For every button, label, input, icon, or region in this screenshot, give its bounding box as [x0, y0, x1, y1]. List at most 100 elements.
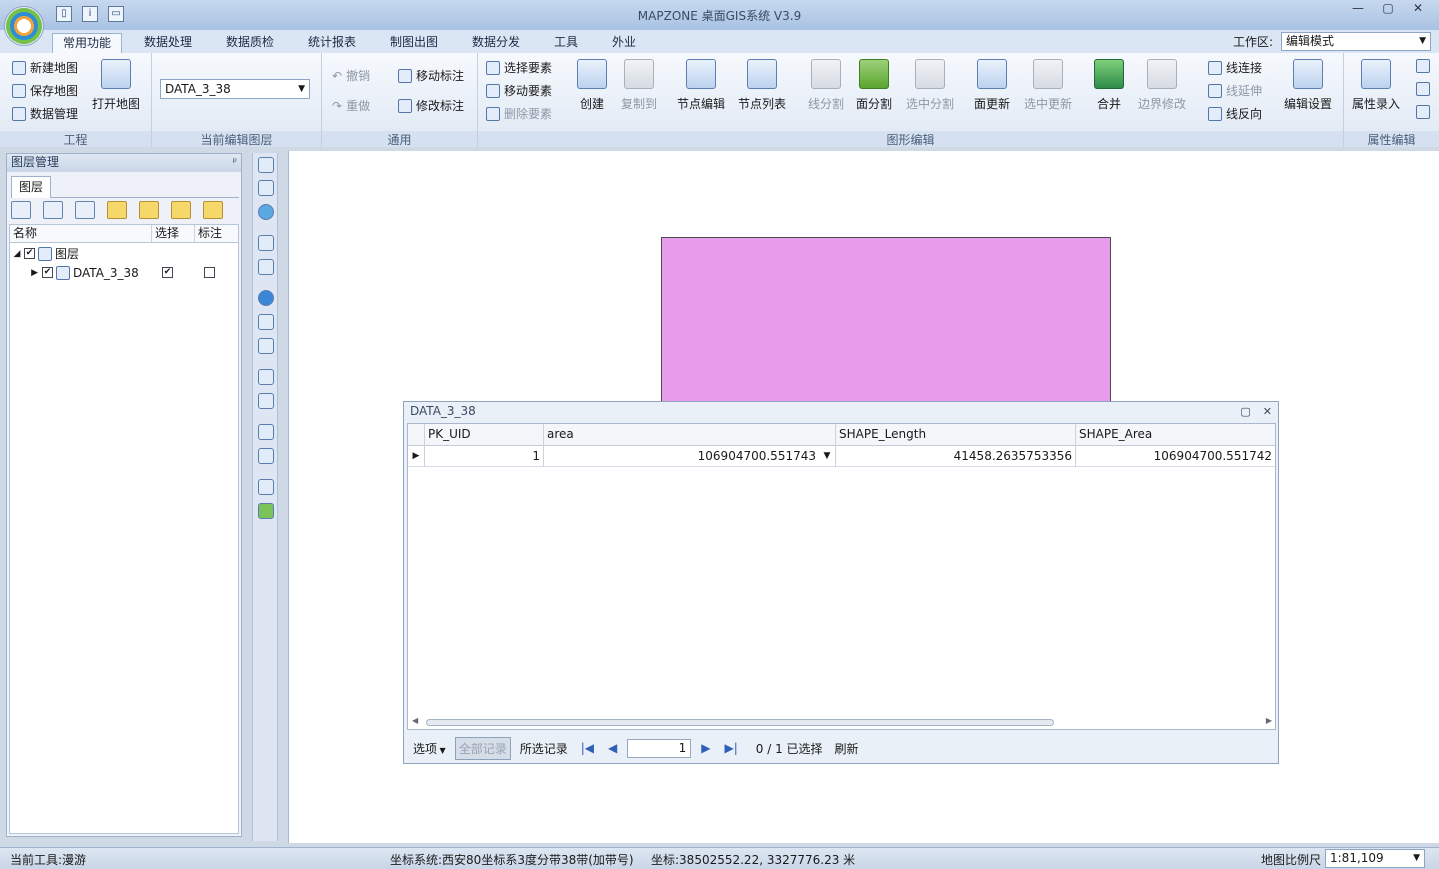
clear-selection-icon[interactable] [258, 259, 274, 275]
close-button[interactable]: ✕ [1403, 0, 1433, 18]
table-icon[interactable] [258, 393, 274, 409]
first-page-icon[interactable]: |◀ [577, 741, 598, 755]
layer-properties-icon[interactable] [203, 201, 223, 219]
redo-button[interactable]: ↷ 重做 [332, 97, 370, 114]
full-extent-icon[interactable] [258, 180, 274, 196]
layer-table-icon[interactable] [75, 201, 95, 219]
prev-page-icon[interactable]: ◀ [604, 741, 621, 755]
scroll-left-icon[interactable]: ◀ [412, 716, 418, 725]
add-layer-icon[interactable] [11, 201, 31, 219]
horizontal-scrollbar[interactable]: ◀ ▶ [412, 716, 1272, 728]
pan-hand-icon[interactable] [258, 157, 274, 173]
polygon-feature[interactable] [661, 237, 1111, 403]
restore-icon[interactable]: ▢ [1240, 402, 1250, 421]
chevron-down-icon[interactable]: ◢ [10, 249, 24, 259]
workspace-dropdown[interactable]: 编辑模式 ▼ [1281, 32, 1431, 51]
page-number-input[interactable]: 1 [627, 738, 692, 758]
move-label-button[interactable]: 移动标注 [398, 67, 464, 84]
tab-mapping[interactable]: 制图出图 [380, 33, 448, 53]
layer-tree-item[interactable]: ▶ ✔ DATA_3_38 ✔ [10, 263, 238, 282]
paste-attr-icon[interactable] [1416, 82, 1430, 96]
layer-down-icon[interactable] [171, 201, 191, 219]
polygon-split-button[interactable]: 面分割 [846, 59, 902, 112]
table-row[interactable]: ▶ 1 106904700.551743 ▼ 41458.2635753356 … [408, 446, 1275, 467]
col-shape-area[interactable]: SHAPE_Area [1076, 424, 1275, 446]
line-reverse-button[interactable]: 线反向 [1208, 105, 1262, 122]
delete-feature-button[interactable]: 删除要素 [486, 105, 552, 122]
select-feature-button[interactable]: 选择要素 [486, 59, 552, 76]
find-icon[interactable] [258, 448, 274, 464]
col-shape-length[interactable]: SHAPE_Length [836, 424, 1076, 446]
tab-distribution[interactable]: 数据分发 [462, 33, 530, 53]
all-records-button[interactable]: 全部记录 [454, 736, 511, 760]
tab-statistics[interactable]: 统计报表 [298, 33, 366, 53]
copy-to-button[interactable]: 复制到 [611, 59, 667, 112]
layer-up-icon[interactable] [139, 201, 159, 219]
move-feature-button[interactable]: 移动要素 [486, 82, 552, 99]
minimize-button[interactable]: — [1343, 0, 1373, 18]
app-logo-icon[interactable] [4, 6, 44, 46]
tab-fieldwork[interactable]: 外业 [602, 33, 646, 53]
pin-icon[interactable]: ᵖ [233, 154, 237, 171]
zoom-window-icon[interactable] [258, 314, 274, 330]
measure-line-icon[interactable] [258, 479, 274, 495]
node-list-button[interactable]: 节点列表 [734, 59, 790, 112]
tab-data-processing[interactable]: 数据处理 [134, 33, 202, 53]
col-pk-uid[interactable]: PK_UID [425, 424, 544, 446]
layer-tree-root[interactable]: ◢ ✔ 图层 [10, 244, 238, 263]
layer-visibility-checkbox[interactable]: ✔ [42, 267, 53, 278]
remove-layer-icon[interactable] [43, 201, 63, 219]
options-menu-button[interactable]: 选项 ▼ [410, 738, 449, 759]
cell-area[interactable]: 106904700.551743 [544, 446, 819, 467]
query-icon[interactable] [258, 338, 274, 354]
edit-settings-button[interactable]: 编辑设置 [1280, 59, 1336, 112]
hatch-icon[interactable] [258, 369, 274, 385]
cell-pk-uid[interactable]: 1 [425, 446, 544, 467]
copy-attr-icon[interactable] [1416, 59, 1430, 73]
select-arrow-icon[interactable] [258, 235, 274, 251]
cell-shape-area[interactable]: 106904700.551742 [1076, 446, 1275, 467]
data-manage-button[interactable]: 数据管理 [12, 105, 78, 122]
save-map-button[interactable]: 保存地图 [12, 82, 78, 99]
polygon-update-button[interactable]: 面更新 [964, 59, 1020, 112]
col-area[interactable]: area [544, 424, 836, 446]
edit-label-button[interactable]: 修改标注 [398, 97, 464, 114]
cell-shape-length[interactable]: 41458.2635753356 [836, 446, 1076, 467]
maximize-button[interactable]: ▢ [1373, 0, 1403, 18]
root-visibility-checkbox[interactable]: ✔ [24, 248, 35, 259]
chevron-down-icon[interactable]: ▼ [819, 446, 836, 467]
next-page-icon[interactable]: ▶ [697, 741, 714, 755]
scale-dropdown[interactable]: 1:81,109 ▼ [1325, 849, 1425, 868]
new-map-button[interactable]: 新建地图 [12, 59, 78, 76]
undo-button[interactable]: ↶ 撤销 [332, 67, 370, 84]
node-edit-button[interactable]: 节点编辑 [673, 59, 729, 112]
selected-records-button[interactable]: 所选记录 [517, 738, 571, 759]
selected-split-button[interactable]: 选中分割 [900, 59, 960, 112]
query-attr-icon[interactable] [1416, 105, 1430, 119]
bookmark-icon[interactable] [258, 424, 274, 440]
boundary-edit-button[interactable]: 边界修改 [1132, 59, 1192, 112]
layer-label-checkbox[interactable] [204, 267, 215, 278]
attr-input-button[interactable]: 属性录入 [1348, 59, 1404, 112]
scroll-thumb[interactable] [426, 719, 1054, 726]
layer-group-icon[interactable] [107, 201, 127, 219]
line-extend-button[interactable]: 线延伸 [1208, 82, 1262, 99]
globe-icon[interactable] [258, 204, 274, 220]
tab-common[interactable]: 常用功能 [52, 33, 123, 53]
selected-update-button[interactable]: 选中更新 [1018, 59, 1078, 112]
measure-area-icon[interactable] [258, 503, 274, 519]
tab-layers[interactable]: 图层 [11, 176, 51, 198]
refresh-button[interactable]: 刷新 [835, 740, 859, 757]
tab-tools[interactable]: 工具 [544, 33, 588, 53]
line-connect-button[interactable]: 线连接 [1208, 59, 1262, 76]
info-icon[interactable] [258, 290, 274, 306]
chevron-right-icon[interactable]: ▶ [10, 268, 42, 278]
scroll-right-icon[interactable]: ▶ [1266, 716, 1272, 725]
layer-selectable-checkbox[interactable]: ✔ [162, 267, 173, 278]
open-map-button[interactable]: 打开地图 [88, 59, 144, 112]
tab-data-qc[interactable]: 数据质检 [216, 33, 284, 53]
merge-button[interactable]: 合并 [1081, 59, 1137, 112]
last-page-icon[interactable]: ▶| [721, 741, 742, 755]
close-icon[interactable]: ✕ [1263, 402, 1272, 421]
current-layer-dropdown[interactable]: DATA_3_38 ▼ [160, 79, 310, 99]
